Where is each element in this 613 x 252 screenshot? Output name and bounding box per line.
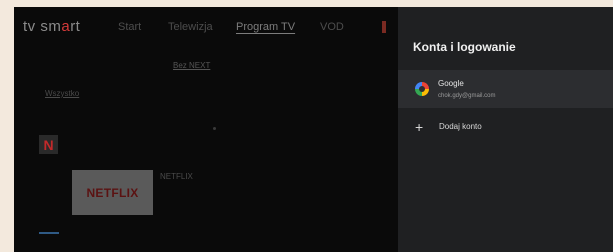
netflix-tile[interactable]: NETFLIX xyxy=(72,170,153,215)
indicator-dot xyxy=(213,127,216,130)
account-google-row[interactable]: Google chok.gdy@gmail.com xyxy=(398,70,613,108)
account-provider: Google xyxy=(438,79,464,88)
add-account-label: Dodaj konto xyxy=(439,122,482,131)
netflix-badge-icon[interactable]: N xyxy=(39,135,58,154)
add-account-button[interactable]: + Dodaj konto xyxy=(398,114,613,140)
nav-program-tv[interactable]: Program TV xyxy=(236,21,295,33)
tv-screen: tv smart Start Telewizja Program TV VOD … xyxy=(14,7,613,252)
accounts-panel: Konta i logowanie Google chok.gdy@gmail.… xyxy=(398,7,613,252)
nav-overflow-indicator xyxy=(382,21,386,33)
tv-smart-logo: tv smart xyxy=(23,18,81,35)
focus-indicator xyxy=(39,232,59,234)
tile-caption: NETFLIX xyxy=(160,172,193,181)
nav-start[interactable]: Start xyxy=(118,21,141,33)
filter-all[interactable]: Wszystko xyxy=(45,89,79,98)
tv-smart-app: tv smart Start Telewizja Program TV VOD … xyxy=(14,7,398,252)
plus-icon: + xyxy=(415,119,424,135)
google-icon xyxy=(415,82,429,96)
nav-telewizja[interactable]: Telewizja xyxy=(168,21,213,33)
panel-title: Konta i logowanie xyxy=(413,40,516,54)
account-email: chok.gdy@gmail.com xyxy=(438,93,496,99)
subtab-link[interactable]: Bez NEXT xyxy=(173,61,210,70)
nav-vod[interactable]: VOD xyxy=(320,21,344,33)
